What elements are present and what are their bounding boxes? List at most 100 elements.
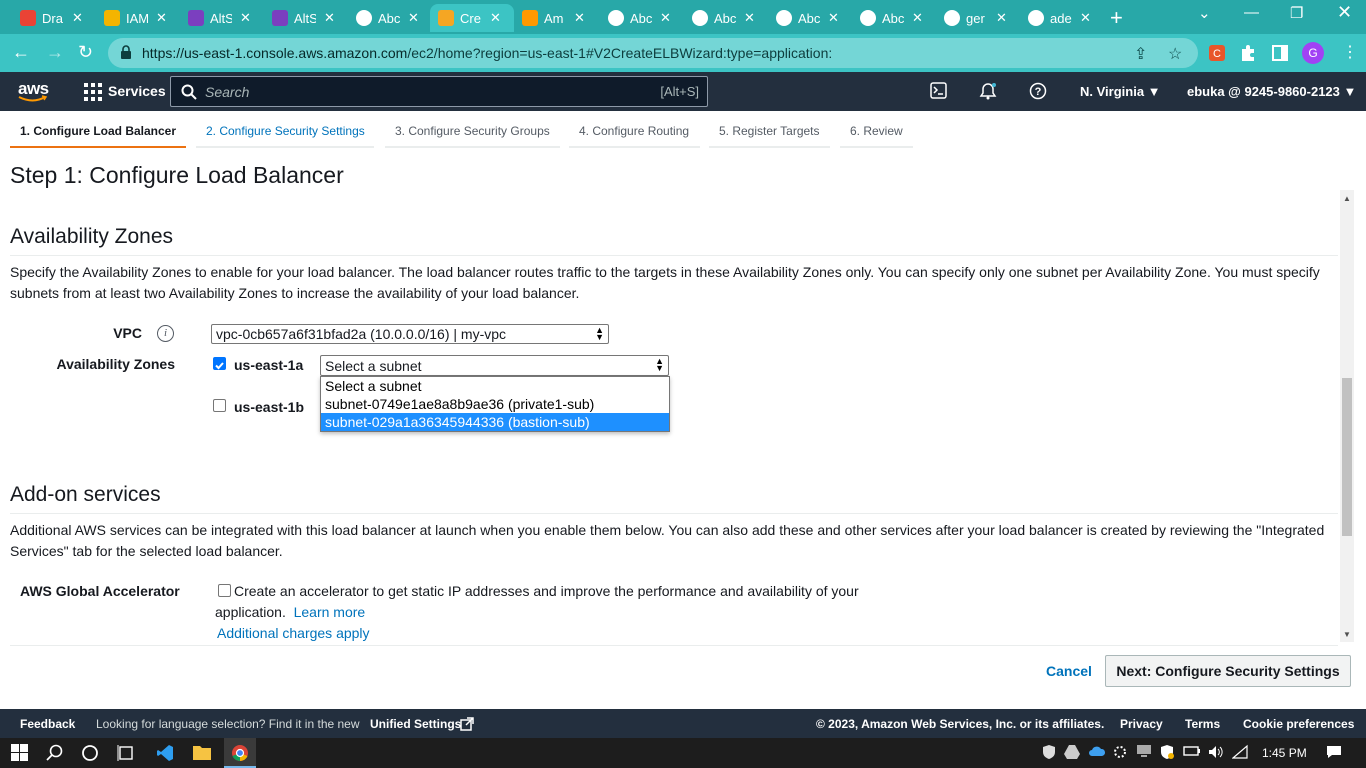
vpc-select[interactable]: vpc-0cb657a6f31bfad2a (10.0.0.0/16) | my…: [211, 324, 609, 344]
wizard-step-5[interactable]: 5. Register Targets: [719, 124, 820, 138]
profile-avatar[interactable]: G: [1302, 42, 1324, 64]
browser-tab[interactable]: Abc ✕: [768, 4, 848, 32]
account-menu[interactable]: ebuka @ 9245-9860-2123 ▼: [1187, 84, 1356, 99]
additional-charges-link[interactable]: Additional charges apply: [217, 623, 517, 642]
tab-search-icon[interactable]: ⌄: [1198, 4, 1211, 22]
feedback-link[interactable]: Feedback: [20, 717, 75, 731]
addon-divider: [10, 513, 1338, 514]
subnet-option[interactable]: subnet-0749e1ae8a8b9ae36 (private1-sub): [321, 395, 669, 413]
unified-settings-link[interactable]: Unified Settings: [370, 717, 461, 731]
wizard-step-3[interactable]: 3. Configure Security Groups: [395, 124, 550, 138]
tab-close-icon[interactable]: ✕: [72, 10, 83, 26]
tab-close-icon[interactable]: ✕: [828, 10, 839, 26]
subnet-option-highlighted[interactable]: subnet-029a1a36345944336 (bastion-sub): [321, 413, 669, 431]
services-menu[interactable]: Services: [108, 83, 166, 99]
defender-icon[interactable]: [1159, 744, 1175, 760]
minimize-icon[interactable]: —: [1244, 4, 1259, 21]
tab-close-icon[interactable]: ✕: [324, 10, 335, 26]
bookmark-star-icon[interactable]: ☆: [1168, 44, 1182, 64]
volume-icon[interactable]: [1208, 744, 1224, 760]
region-selector[interactable]: N. Virginia ▼: [1080, 84, 1161, 99]
tab-close-icon[interactable]: ✕: [744, 10, 755, 26]
windows-start-icon[interactable]: [11, 744, 28, 761]
wifi-icon[interactable]: [1232, 744, 1248, 760]
content-scrollbar[interactable]: ▲ ▼: [1340, 190, 1354, 642]
browser-menu-icon[interactable]: ⋮: [1342, 42, 1358, 62]
back-icon[interactable]: ←: [12, 42, 30, 63]
tab-close-icon[interactable]: ✕: [574, 10, 585, 26]
url-bar[interactable]: https://us-east-1.console.aws.amazon.com…: [108, 38, 1198, 68]
drive-icon[interactable]: [1064, 744, 1080, 760]
tab-close-icon[interactable]: ✕: [660, 10, 671, 26]
zone-a-checkbox[interactable]: [213, 357, 226, 370]
browser-tab[interactable]: Dra ✕: [12, 4, 92, 32]
display-icon[interactable]: [1136, 744, 1152, 758]
extension-c-icon[interactable]: C: [1208, 44, 1226, 62]
browser-tab[interactable]: ade ✕: [1020, 4, 1100, 32]
help-icon[interactable]: ?: [1029, 82, 1047, 100]
security-shield-icon[interactable]: [1042, 744, 1056, 760]
forward-icon[interactable]: →: [46, 42, 64, 63]
cookie-preferences-link[interactable]: Cookie preferences: [1243, 717, 1354, 731]
task-view-icon[interactable]: [117, 744, 135, 762]
terms-link[interactable]: Terms: [1185, 717, 1220, 731]
search-input[interactable]: [205, 82, 605, 102]
onedrive-icon[interactable]: [1088, 744, 1106, 758]
browser-tab[interactable]: AltS ✕: [180, 4, 260, 32]
browser-tab[interactable]: Cre ✕: [430, 4, 514, 32]
browser-tab[interactable]: ger ✕: [936, 4, 1016, 32]
cortana-icon[interactable]: [81, 744, 99, 762]
new-tab-button[interactable]: +: [1110, 5, 1123, 31]
clock-time[interactable]: 1:45 PM: [1262, 746, 1307, 760]
cloudshell-icon[interactable]: [930, 82, 947, 99]
accelerator-checkbox[interactable]: [218, 584, 231, 597]
side-panel-icon[interactable]: [1271, 44, 1289, 62]
tab-close-icon[interactable]: ✕: [490, 10, 501, 26]
notifications-bell-icon[interactable]: [979, 82, 997, 100]
cancel-button[interactable]: Cancel: [1046, 663, 1092, 679]
tab-close-icon[interactable]: ✕: [912, 10, 923, 26]
learn-more-link[interactable]: Learn more: [294, 604, 366, 620]
services-grid-icon[interactable]: [84, 83, 102, 101]
tab-close-icon[interactable]: ✕: [996, 10, 1007, 26]
taskbar-search-icon[interactable]: [46, 744, 64, 762]
aws-search-box[interactable]: [Alt+S]: [170, 76, 708, 107]
wizard-step-5-underline: [709, 146, 830, 148]
wizard-step-6[interactable]: 6. Review: [850, 124, 903, 138]
vscode-icon[interactable]: [156, 744, 174, 762]
browser-tab[interactable]: AltS ✕: [264, 4, 344, 32]
subnet-option[interactable]: Select a subnet: [321, 377, 669, 395]
info-icon[interactable]: i: [157, 325, 174, 342]
share-icon[interactable]: ⇪: [1134, 44, 1147, 64]
subnet-select-zone-a[interactable]: Select a subnet ▲ ▼: [320, 355, 669, 376]
tab-close-icon[interactable]: ✕: [408, 10, 419, 26]
privacy-link[interactable]: Privacy: [1120, 717, 1163, 731]
chrome-icon[interactable]: [231, 744, 249, 762]
zone-b-checkbox[interactable]: [213, 399, 226, 412]
wizard-step-4[interactable]: 4. Configure Routing: [579, 124, 689, 138]
next-button[interactable]: Next: Configure Security Settings: [1105, 655, 1351, 687]
wizard-step-1[interactable]: 1. Configure Load Balancer: [20, 124, 176, 138]
scroll-down-icon[interactable]: ▼: [1343, 630, 1351, 639]
file-explorer-icon[interactable]: [193, 744, 211, 760]
scrollbar-thumb[interactable]: [1342, 378, 1352, 536]
tab-close-icon[interactable]: ✕: [1080, 10, 1091, 26]
extensions-puzzle-icon[interactable]: [1239, 44, 1257, 62]
settings-tray-icon[interactable]: [1112, 744, 1128, 760]
scroll-up-icon[interactable]: ▲: [1343, 194, 1351, 203]
action-center-icon[interactable]: [1326, 744, 1342, 760]
battery-icon[interactable]: [1183, 744, 1201, 758]
browser-tab[interactable]: Abc ✕: [600, 4, 680, 32]
tab-title: Abc: [630, 10, 652, 26]
browser-tab[interactable]: Am ✕: [514, 4, 594, 32]
wizard-step-2[interactable]: 2. Configure Security Settings: [206, 124, 365, 138]
browser-tab[interactable]: Abc ✕: [348, 4, 428, 32]
close-window-icon[interactable]: ✕: [1337, 2, 1352, 23]
tab-close-icon[interactable]: ✕: [156, 10, 167, 26]
browser-tab[interactable]: Abc ✕: [684, 4, 764, 32]
browser-tab[interactable]: Abc ✕: [852, 4, 932, 32]
tab-close-icon[interactable]: ✕: [240, 10, 251, 26]
reload-icon[interactable]: ↻: [78, 42, 93, 63]
browser-tab[interactable]: IAM ✕: [96, 4, 176, 32]
restore-icon[interactable]: ❐: [1290, 4, 1303, 22]
